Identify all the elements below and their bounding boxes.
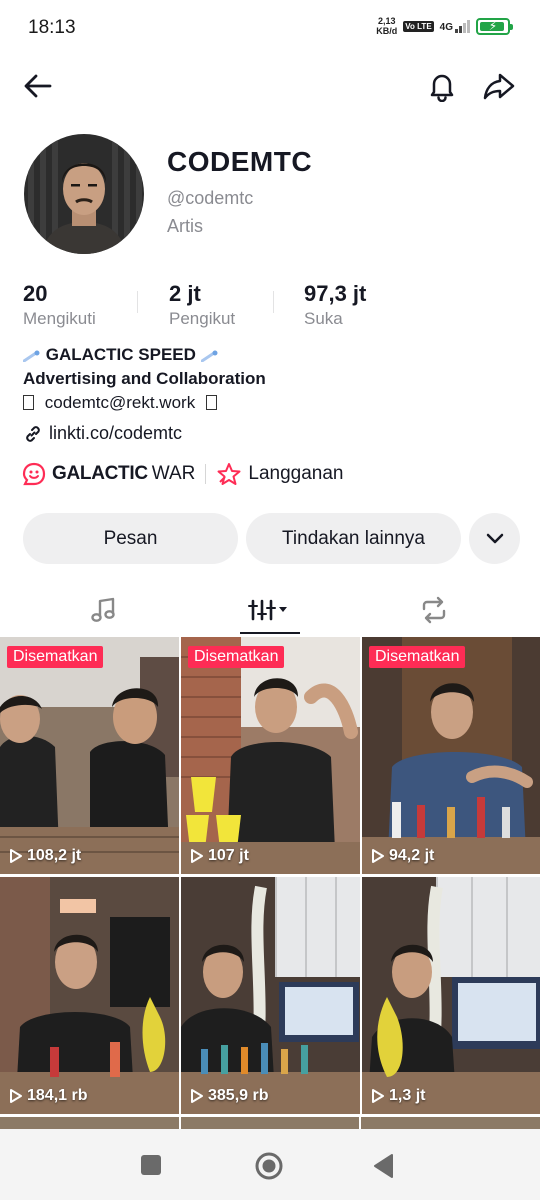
music-note-icon	[91, 597, 115, 622]
profile-category: Artis	[167, 216, 203, 236]
bio-line-2: Advertising and Collaboration	[23, 369, 266, 388]
repost-icon	[422, 596, 446, 624]
videos-grid-icon	[248, 599, 287, 621]
game-smile-icon	[22, 462, 46, 486]
pinned-badge: Disematkan	[188, 646, 285, 668]
video-thumbnail	[0, 877, 179, 1114]
video-thumbnail	[362, 877, 540, 1114]
play-icon	[191, 1089, 203, 1103]
view-count: 108,2 jt	[9, 847, 81, 865]
view-count: 107 jt	[190, 847, 249, 865]
video-tile[interactable]: Disematkan 94,2 jt	[362, 637, 540, 874]
avatar[interactable]	[24, 134, 144, 254]
video-thumbnail	[181, 637, 360, 874]
home-button[interactable]	[254, 1151, 284, 1181]
play-icon	[372, 1089, 384, 1103]
profile-link[interactable]: linkti.co/codemtc	[23, 423, 182, 444]
profile-badges: GALACTIC WAR Langganan	[22, 460, 344, 488]
pinned-badge: Disematkan	[7, 646, 104, 668]
stat-likes[interactable]: 97,3 jt Suka	[274, 281, 366, 331]
video-thumbnail	[0, 637, 179, 874]
recents-button[interactable]	[139, 1153, 163, 1177]
suggested-accounts-button[interactable]	[469, 513, 520, 564]
play-icon	[191, 849, 203, 863]
back-triangle-icon	[374, 1154, 393, 1178]
video-thumbnail	[362, 637, 540, 874]
back-arrow-icon[interactable]	[16, 64, 60, 108]
profile-actions: Pesan Tindakan lainnya	[23, 513, 520, 564]
tab-music[interactable]	[74, 585, 134, 635]
more-actions-button[interactable]: Tindakan lainnya	[246, 513, 461, 564]
profile-stats: 20 Mengikuti 2 jt Pengikut 97,3 jt Suka	[23, 281, 366, 331]
message-button[interactable]: Pesan	[23, 513, 238, 564]
play-icon	[372, 849, 384, 863]
system-nav-bar	[0, 1129, 540, 1200]
next-row-peek	[0, 1117, 540, 1129]
chevron-down-icon	[486, 533, 503, 543]
video-thumbnail	[181, 877, 360, 1114]
status-bar: 18:13 2,13 KB/d Vo LTE 4G ⚡	[0, 0, 540, 56]
stat-followers[interactable]: 2 jt Pengikut	[138, 281, 273, 331]
missing-glyph-icon	[205, 395, 217, 410]
missing-glyph-icon	[23, 395, 34, 410]
video-tile[interactable]: 1,3 jt	[362, 877, 540, 1114]
bell-icon[interactable]	[420, 64, 464, 108]
subscription-star-icon	[217, 463, 241, 485]
home-circle-icon	[255, 1152, 283, 1180]
video-tile[interactable]: Disematkan 108,2 jt	[0, 637, 179, 874]
profile-bio: GALACTIC SPEED Advertising and Collabora…	[23, 343, 266, 415]
view-count: 184,1 rb	[9, 1087, 87, 1105]
view-count: 1,3 jt	[371, 1087, 425, 1105]
volte-icon: Vo LTE	[403, 20, 434, 32]
video-tile[interactable]: Disematkan 107 jt	[181, 637, 360, 874]
view-count: 385,9 rb	[190, 1087, 268, 1105]
play-icon	[10, 849, 22, 863]
comet-icon	[23, 350, 40, 362]
content-tabs	[0, 585, 540, 637]
status-icons: 2,13 KB/d Vo LTE 4G ⚡	[376, 16, 513, 36]
comet-icon	[200, 350, 218, 362]
video-tile[interactable]: 385,9 rb	[181, 877, 360, 1114]
status-time: 18:13	[28, 17, 76, 38]
square-icon	[141, 1155, 161, 1175]
battery-icon: ⚡	[476, 17, 513, 35]
video-grid: Disematkan 108,2 jt Disematkan 107 jt Di…	[0, 637, 540, 1114]
tab-videos[interactable]	[240, 585, 300, 635]
badge-divider	[205, 464, 207, 484]
link-icon	[26, 425, 40, 442]
view-count: 94,2 jt	[371, 847, 434, 865]
tab-reposts[interactable]	[404, 585, 464, 635]
stat-following[interactable]: 20 Mengikuti	[23, 281, 137, 331]
active-tab-indicator	[240, 632, 300, 634]
share-icon[interactable]	[477, 64, 521, 108]
play-icon	[10, 1089, 22, 1103]
pinned-badge: Disematkan	[369, 646, 466, 668]
top-bar	[0, 60, 540, 116]
back-button[interactable]	[372, 1153, 396, 1179]
signal-icon: 4G	[440, 19, 470, 33]
bio-line-1: GALACTIC SPEED	[45, 345, 196, 364]
link-text: linkti.co/codemtc	[49, 423, 183, 443]
network-speed: 2,13 KB/d	[376, 16, 398, 36]
video-tile[interactable]: 184,1 rb	[0, 877, 179, 1114]
game-badge[interactable]: GALACTIC WAR	[22, 462, 195, 486]
profile-handle: @codemtc	[167, 188, 254, 208]
bio-email: codemtc@rekt.work	[44, 393, 196, 412]
profile-name: CODEMTC	[167, 146, 313, 177]
subscription-badge[interactable]: Langganan	[216, 462, 344, 486]
